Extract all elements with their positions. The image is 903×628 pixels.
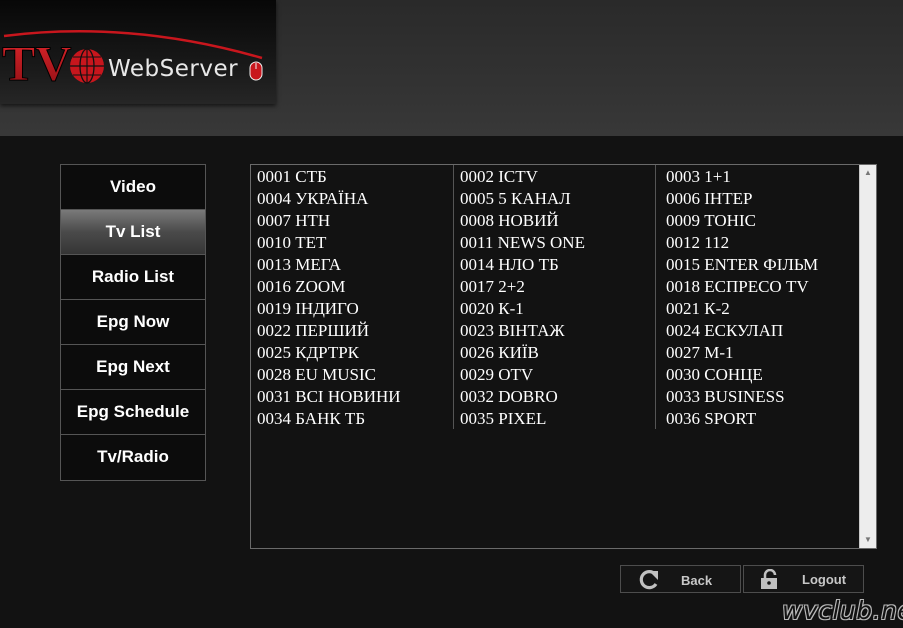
nav-item-label: Tv List — [105, 222, 161, 241]
channel-item[interactable]: 0036 SPORT — [660, 407, 861, 429]
channel-column-2: 0002 ICTV 0005 5 КАНАЛ 0008 НОВИЙ 0011 N… — [454, 165, 656, 429]
channel-item[interactable]: 0012 112 — [660, 231, 861, 253]
channel-item[interactable]: 0018 ЕСПРЕСО TV — [660, 275, 861, 297]
channel-item[interactable]: 0035 PIXEL — [454, 407, 655, 429]
nav-item-video[interactable]: Video — [61, 165, 205, 210]
channel-item[interactable]: 0030 СОНЦЕ — [660, 363, 861, 385]
channel-item[interactable]: 0027 М-1 — [660, 341, 861, 363]
channel-item[interactable]: 0003 1+1 — [660, 165, 861, 187]
back-arrow-icon — [639, 570, 658, 590]
nav-item-tv-radio[interactable]: Tv/Radio — [61, 435, 205, 480]
channel-item[interactable]: 0008 НОВИЙ — [454, 209, 655, 231]
nav-item-label: Tv/Radio — [97, 447, 169, 466]
nav-item-label: Epg Next — [96, 357, 170, 376]
channel-item[interactable]: 0002 ICTV — [454, 165, 655, 187]
logo-brand-text: WebServer — [108, 56, 239, 82]
channel-item[interactable]: 0005 5 КАНАЛ — [454, 187, 655, 209]
back-label: Back — [681, 573, 713, 588]
nav-item-label: Video — [110, 177, 156, 196]
logo: TV WebServer — [0, 0, 276, 104]
nav-item-label: Epg Now — [96, 312, 170, 331]
sidebar-nav: Video Tv List Radio List Epg Now Epg Nex… — [60, 164, 206, 481]
unlock-icon — [761, 569, 777, 589]
logout-button[interactable]: Logout — [743, 565, 864, 593]
channel-item[interactable]: 0017 2+2 — [454, 275, 655, 297]
channel-item[interactable]: 0013 МЕГА — [251, 253, 453, 275]
channel-item[interactable]: 0006 ІНТЕР — [660, 187, 861, 209]
watermark: wvclub.net — [782, 596, 903, 625]
logout-label: Logout — [802, 572, 847, 587]
channel-item[interactable]: 0021 К-2 — [660, 297, 861, 319]
channel-item[interactable]: 0034 БАНК ТБ — [251, 407, 453, 429]
back-button[interactable]: Back — [620, 565, 741, 593]
header-bar: TV WebServer — [0, 0, 903, 136]
nav-item-radio-list[interactable]: Radio List — [61, 255, 205, 300]
mouse-icon — [249, 61, 263, 81]
channel-item[interactable]: 0019 ІНДИГО — [251, 297, 453, 319]
nav-item-tv-list[interactable]: Tv List — [61, 210, 205, 255]
channel-item[interactable]: 0029 OTV — [454, 363, 655, 385]
channel-item[interactable]: 0007 НТН — [251, 209, 453, 231]
channel-list-panel: 0001 СТБ 0004 УКРАЇНА 0007 НТН 0010 ТЕТ … — [250, 164, 877, 549]
channel-item[interactable]: 0001 СТБ — [251, 165, 453, 187]
vertical-scrollbar[interactable]: ▲ ▼ — [859, 165, 876, 548]
channel-list: 0001 СТБ 0004 УКРАЇНА 0007 НТН 0010 ТЕТ … — [251, 165, 861, 429]
channel-item[interactable]: 0004 УКРАЇНА — [251, 187, 453, 209]
channel-item[interactable]: 0016 ZOOM — [251, 275, 453, 297]
nav-item-label: Radio List — [91, 267, 175, 286]
globe-icon — [70, 48, 104, 84]
channel-item[interactable]: 0011 NEWS ONE — [454, 231, 655, 253]
logo-graphic: TV — [2, 30, 263, 92]
channel-item[interactable]: 0024 ЕСКУЛАП — [660, 319, 861, 341]
nav-item-epg-schedule[interactable]: Epg Schedule — [61, 390, 205, 435]
channel-item[interactable]: 0015 ENTER ФІЛЬМ — [660, 253, 861, 275]
scroll-up-arrow-icon[interactable]: ▲ — [860, 165, 876, 181]
channel-column-1: 0001 СТБ 0004 УКРАЇНА 0007 НТН 0010 ТЕТ … — [251, 165, 454, 429]
channel-item[interactable]: 0023 ВІНТАЖ — [454, 319, 655, 341]
channel-item[interactable]: 0022 ПЕРШИЙ — [251, 319, 453, 341]
channel-item[interactable]: 0028 EU MUSIC — [251, 363, 453, 385]
nav-item-epg-now[interactable]: Epg Now — [61, 300, 205, 345]
nav-item-label: Epg Schedule — [76, 402, 190, 421]
nav-item-epg-next[interactable]: Epg Next — [61, 345, 205, 390]
channel-item[interactable]: 0033 BUSINESS — [660, 385, 861, 407]
channel-item[interactable]: 0032 DOBRO — [454, 385, 655, 407]
channel-column-3: 0003 1+1 0006 ІНТЕР 0009 ТОНІС 0012 112 … — [660, 165, 861, 429]
logo-tv-text: TV — [2, 35, 71, 91]
channel-item[interactable]: 0010 ТЕТ — [251, 231, 453, 253]
scroll-down-arrow-icon[interactable]: ▼ — [860, 532, 876, 548]
channel-item[interactable]: 0025 КДРТРК — [251, 341, 453, 363]
channel-item[interactable]: 0020 К-1 — [454, 297, 655, 319]
channel-item[interactable]: 0031 ВСІ НОВИНИ — [251, 385, 453, 407]
channel-item[interactable]: 0009 ТОНІС — [660, 209, 861, 231]
channel-item[interactable]: 0014 НЛО ТБ — [454, 253, 655, 275]
channel-item[interactable]: 0026 КИЇВ — [454, 341, 655, 363]
